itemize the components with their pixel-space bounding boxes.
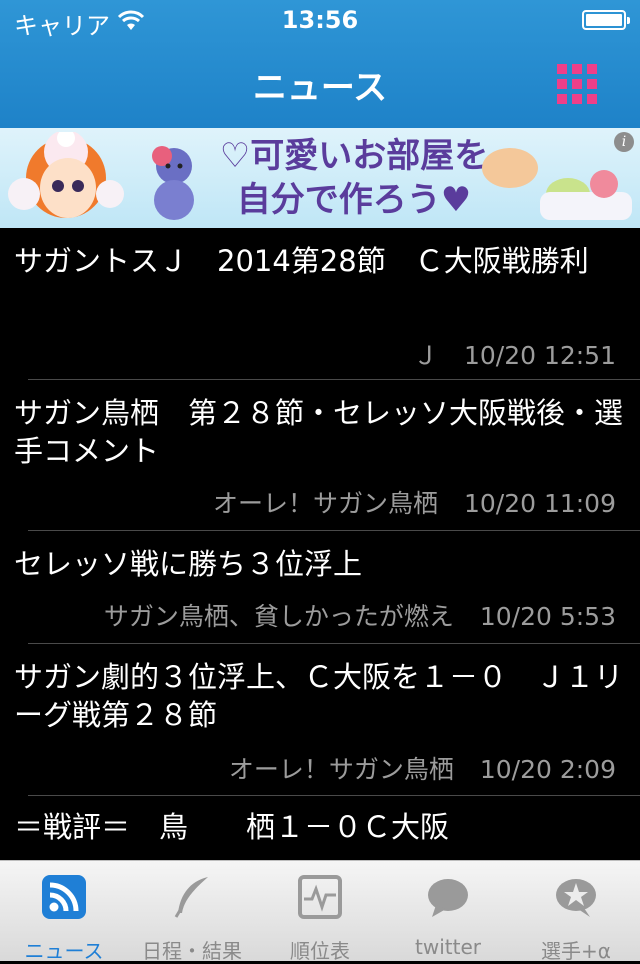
- news-date: 10/20 2:09: [479, 755, 616, 784]
- news-meta: Ｊ 10/20 12:51: [413, 336, 616, 372]
- page-title: ニュース: [252, 68, 388, 108]
- battery-icon: [582, 10, 630, 30]
- news-source: オーレ！サガン鳥栖: [212, 489, 438, 518]
- grid-icon: [557, 64, 567, 74]
- tab-standings[interactable]: 順位表: [256, 861, 384, 963]
- cat-illustration: [482, 148, 632, 220]
- tab-schedule[interactable]: 日程・結果: [128, 861, 256, 963]
- news-source: オーレ！サガン鳥栖: [228, 755, 454, 784]
- tab-news[interactable]: ニュース: [0, 861, 128, 963]
- news-source: サガン鳥栖、貧しかったが燃え: [103, 602, 454, 631]
- pulse-chart-icon: [298, 875, 342, 919]
- news-source: Ｊ: [412, 341, 438, 370]
- news-title: サガン劇的３位浮上、Ｃ大阪を１－０ Ｊ１リーグ戦第２８節: [14, 660, 624, 732]
- grid-menu-button[interactable]: [557, 64, 597, 104]
- news-item[interactable]: サガントスＪ 2014第28節 Ｃ大阪戦勝利 Ｊ 10/20 12:51: [0, 228, 640, 378]
- news-item[interactable]: サガン劇的３位浮上、Ｃ大阪を１－０ Ｊ１リーグ戦第２８節 オーレ！サガン鳥栖 10…: [0, 644, 640, 794]
- ad-banner[interactable]: ♡可愛いお部屋を自分で作ろう♥ i: [0, 128, 640, 228]
- ad-text: ♡可愛いお部屋を自分で作ろう♥: [219, 136, 489, 220]
- speech-bubble-icon: [428, 879, 468, 917]
- status-bar: キャリア 13:56: [0, 0, 640, 40]
- news-date: 10/20 5:53: [479, 602, 616, 631]
- news-meta: オーレ！サガン鳥栖 10/20 2:09: [229, 750, 616, 786]
- tab-twitter[interactable]: twitter: [384, 861, 512, 961]
- girl-illustration: [8, 132, 124, 218]
- rss-icon: [42, 875, 86, 919]
- news-title: サガン鳥栖 第２８節・セレッソ大阪戦後・選手コメント: [14, 396, 624, 468]
- clock: 13:56: [281, 6, 359, 34]
- star-bubble-icon: [556, 879, 596, 917]
- ad-info-icon[interactable]: i: [614, 132, 634, 152]
- news-date: 10/20 12:51: [463, 341, 616, 370]
- news-meta: オーレ！サガン鳥栖 10/20 11:09: [213, 484, 616, 520]
- news-title: ＝戦評＝ 鳥 栖１－０Ｃ大阪: [14, 810, 450, 844]
- news-meta: サガン鳥栖、貧しかったが燃え 10/20 5:53: [104, 597, 616, 633]
- tab-bar: ニュース 日程・結果 順位表 twitter 選手+α: [0, 860, 640, 963]
- news-item[interactable]: セレッソ戦に勝ち３位浮上 サガン鳥栖、貧しかったが燃え 10/20 5:53: [0, 531, 640, 643]
- news-date: 10/20 11:09: [463, 489, 616, 518]
- news-title: セレッソ戦に勝ち３位浮上: [14, 547, 363, 581]
- tab-label: twitter: [415, 935, 481, 959]
- news-item[interactable]: サガン鳥栖 第２８節・セレッソ大阪戦後・選手コメント オーレ！サガン鳥栖 10/2…: [0, 380, 640, 530]
- news-item[interactable]: ＝戦評＝ 鳥 栖１－０Ｃ大阪: [0, 796, 640, 860]
- teddy-bear-illustration: [152, 146, 194, 220]
- header: キャリア 13:56 ニュース: [0, 0, 640, 128]
- news-list: サガントスＪ 2014第28節 Ｃ大阪戦勝利 Ｊ 10/20 12:51 サガン鳥…: [0, 228, 640, 860]
- tab-players[interactable]: 選手+α: [512, 861, 640, 963]
- quill-icon: [174, 877, 208, 918]
- news-title: サガントスＪ 2014第28節 Ｃ大阪戦勝利: [14, 244, 589, 278]
